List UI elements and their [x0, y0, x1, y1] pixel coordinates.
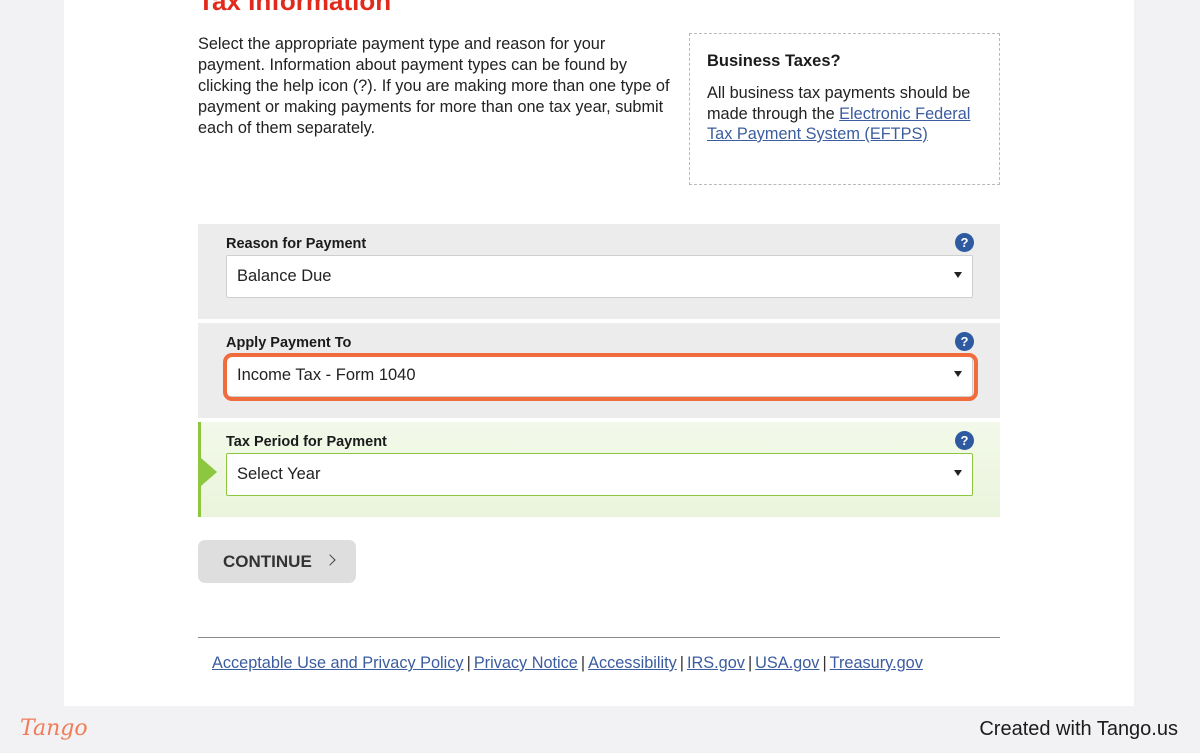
continue-label: CONTINUE — [223, 551, 312, 571]
continue-button[interactable]: CONTINUE — [198, 540, 356, 583]
business-taxes-box: Business Taxes? All business tax payment… — [689, 33, 1000, 185]
reason-for-payment-label: Reason for Payment — [226, 236, 367, 252]
help-icon[interactable]: ? — [955, 332, 974, 351]
tango-credit: Created with Tango.us — [979, 718, 1178, 740]
footer-link-accessibility[interactable]: Accessibility — [588, 654, 677, 672]
select-value: Balance Due — [237, 267, 332, 285]
apply-payment-to-select[interactable]: Income Tax - Form 1040 — [226, 354, 973, 397]
footer-link-treasury[interactable]: Treasury.gov — [830, 654, 923, 672]
footer-link-irs[interactable]: IRS.gov — [687, 654, 745, 672]
select-value: Income Tax - Form 1040 — [237, 366, 416, 384]
apply-payment-to-group: Apply Payment To ? Income Tax - Form 104… — [198, 323, 1000, 418]
footer-link-privacy-notice[interactable]: Privacy Notice — [474, 654, 578, 672]
footer-link-usa[interactable]: USA.gov — [755, 654, 819, 672]
intro-text: Select the appropriate payment type and … — [198, 35, 670, 137]
select-value: Select Year — [237, 465, 321, 483]
footer-divider — [198, 637, 1000, 638]
footer-separator: | — [580, 654, 586, 672]
reason-for-payment-select[interactable]: Balance Due — [226, 255, 973, 298]
active-step-arrow-icon — [201, 458, 217, 486]
tango-logo: Tango — [20, 716, 88, 741]
business-taxes-title: Business Taxes? — [707, 52, 841, 70]
tax-period-select[interactable]: Select Year — [226, 453, 973, 496]
caret-down-icon — [954, 371, 962, 377]
page-title: Tax Information — [198, 0, 392, 16]
footer-link-acceptable-use[interactable]: Acceptable Use and Privacy Policy — [212, 654, 464, 672]
caret-down-icon — [954, 272, 962, 278]
help-icon[interactable]: ? — [955, 233, 974, 252]
footer-separator: | — [822, 654, 827, 672]
tax-period-label: Tax Period for Payment — [226, 434, 387, 450]
footer-separator: | — [466, 654, 471, 672]
apply-payment-to-label: Apply Payment To — [226, 335, 352, 351]
tango-footer-bar: Tango Created with Tango.us — [0, 706, 1200, 753]
footer-separator: | — [747, 654, 753, 672]
business-taxes-text: All business tax payments should be made… — [707, 84, 971, 143]
caret-down-icon — [954, 470, 962, 476]
chevron-right-icon — [324, 554, 336, 566]
footer-separator: | — [679, 654, 685, 672]
help-icon[interactable]: ? — [955, 431, 974, 450]
footer-links: Acceptable Use and Privacy Policy | Privac… — [212, 654, 923, 673]
reason-for-payment-group: Reason for Payment ? Balance Due — [198, 224, 1000, 319]
tax-period-group: Tax Period for Payment ? Select Year — [198, 422, 1000, 517]
